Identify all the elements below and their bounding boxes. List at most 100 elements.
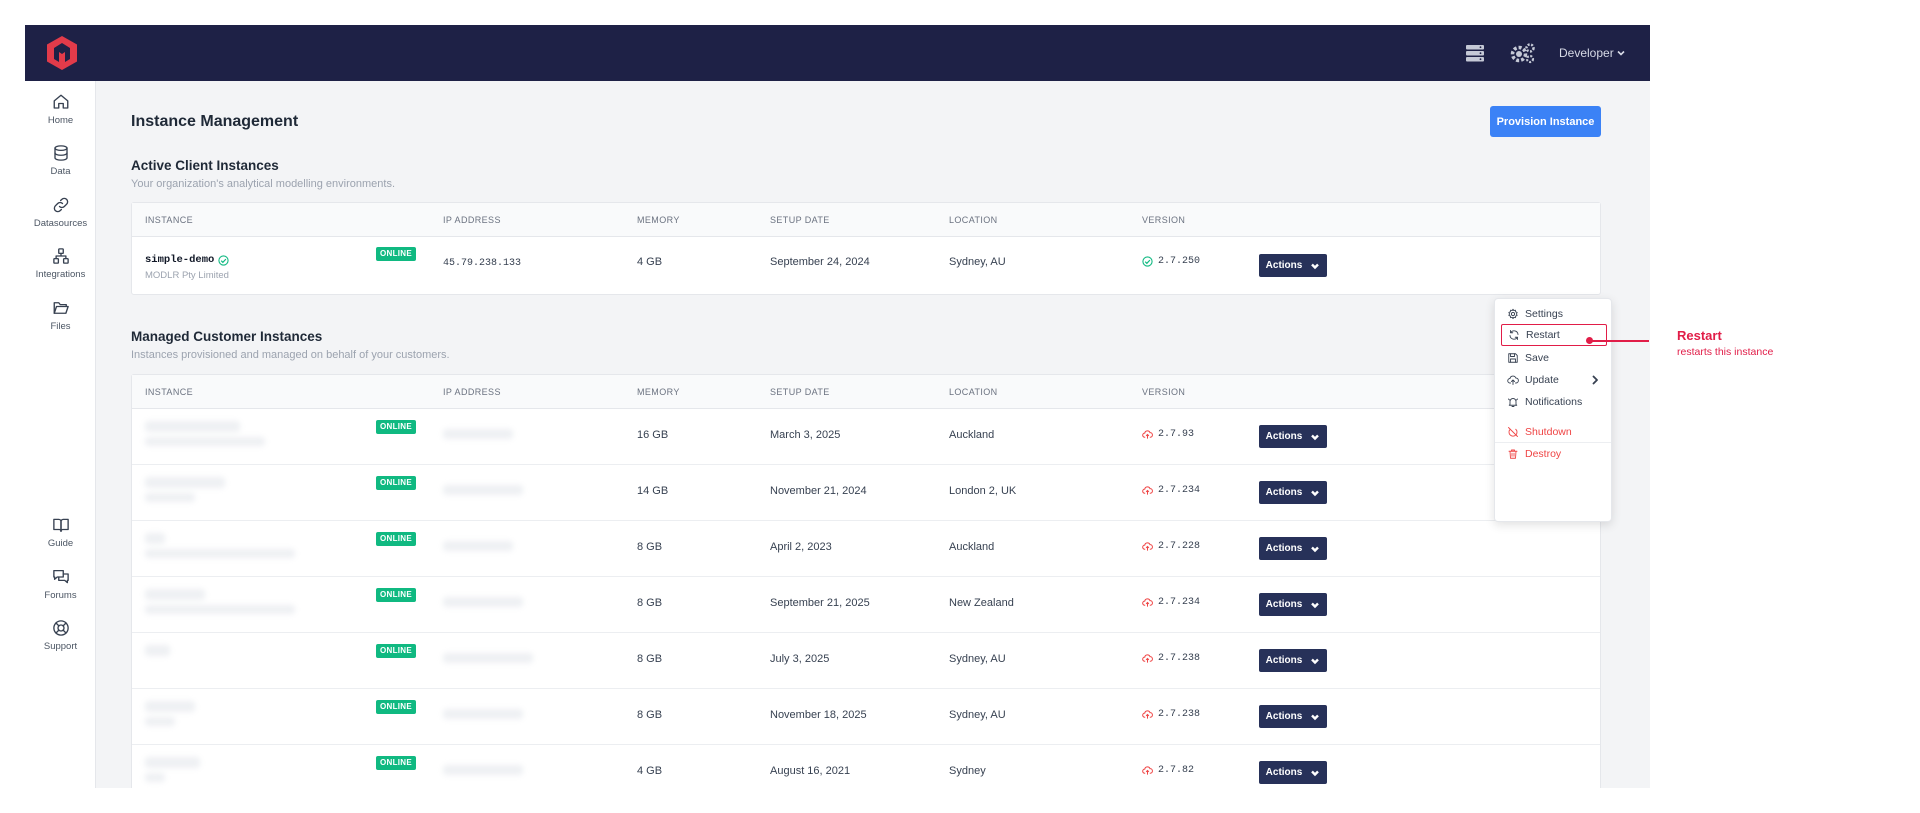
actions-button[interactable]: Actions bbox=[1259, 593, 1327, 616]
redacted-instance-org bbox=[145, 605, 295, 614]
save-icon bbox=[1508, 353, 1518, 363]
table-row[interactable]: ONLINE 8 GB April 2, 2023 Auckland 2.7.228 Ac… bbox=[132, 521, 1600, 577]
redacted-ip-address bbox=[443, 541, 513, 551]
setup-date: April 2, 2023 bbox=[770, 541, 832, 553]
memory: 14 GB bbox=[637, 485, 669, 497]
menu-item-label: Save bbox=[1525, 352, 1549, 364]
managed-instances-table: INSTANCE IP ADDRESS MEMORY SETUP DATE LO… bbox=[131, 374, 1601, 788]
memory: 16 GB bbox=[637, 429, 669, 441]
link-icon bbox=[53, 197, 68, 213]
sidebar-item-forums[interactable]: Forums bbox=[25, 568, 96, 614]
status-badge: ONLINE bbox=[376, 756, 417, 770]
actions-label: Actions bbox=[1265, 431, 1303, 442]
sidebar-item-label: Guide bbox=[47, 538, 74, 549]
version-text: 2.7.234 bbox=[1158, 597, 1201, 608]
gears-icon[interactable] bbox=[1510, 41, 1536, 65]
actions-button[interactable]: Actions bbox=[1259, 254, 1327, 277]
annotation-title: Restart bbox=[1677, 328, 1722, 343]
table-row[interactable]: ONLINE 14 GB November 21, 2024 London 2, UK… bbox=[132, 465, 1600, 521]
chevron-right-icon bbox=[1592, 375, 1598, 385]
memory: 8 GB bbox=[637, 597, 663, 609]
version-text: 2.7.93 bbox=[1158, 429, 1195, 440]
folder-icon bbox=[53, 302, 69, 314]
chevron-down-icon bbox=[1311, 602, 1320, 608]
redacted-instance-name bbox=[145, 589, 205, 600]
actions-button[interactable]: Actions bbox=[1259, 425, 1327, 448]
actions-button[interactable]: Actions bbox=[1259, 537, 1327, 560]
table-row[interactable]: simple-demo MODLR Pty Limited ONLINE 45.… bbox=[132, 237, 1600, 293]
menu-item-update[interactable]: Update bbox=[1501, 369, 1607, 391]
chevron-down-icon bbox=[1617, 50, 1625, 56]
sidebar-item-guide[interactable]: Guide bbox=[25, 516, 96, 562]
chevron-down-icon bbox=[1311, 770, 1320, 776]
redacted-ip-address bbox=[443, 597, 523, 607]
annotation-dot bbox=[1586, 337, 1593, 344]
menu-item-save[interactable]: Save bbox=[1501, 347, 1607, 369]
sidebar-item-integrations[interactable]: Integrations bbox=[25, 247, 96, 293]
column-header: SETUP DATE bbox=[770, 387, 830, 397]
redacted-ip-address bbox=[443, 653, 533, 663]
version-text: 2.7.82 bbox=[1158, 765, 1195, 776]
table-row[interactable]: ONLINE 4 GB August 16, 2021 Sydney 2.7.82 Act… bbox=[132, 745, 1600, 788]
cloud-upload-icon bbox=[1142, 598, 1153, 607]
actions-button[interactable]: Actions bbox=[1259, 761, 1327, 784]
setup-date: November 18, 2025 bbox=[770, 709, 867, 721]
column-header: MEMORY bbox=[637, 387, 680, 397]
setup-date: September 21, 2025 bbox=[770, 597, 870, 609]
home-icon bbox=[53, 94, 68, 109]
version: 2.7.228 bbox=[1142, 541, 1200, 552]
menu-item-settings[interactable]: Settings bbox=[1501, 303, 1607, 325]
redacted-ip-address bbox=[443, 485, 523, 495]
column-header: IP ADDRESS bbox=[443, 387, 501, 397]
instance-name-text: simple-demo bbox=[145, 254, 215, 266]
sidebar-item-datasources[interactable]: Datasources bbox=[25, 196, 96, 242]
redacted-ip-address bbox=[443, 709, 523, 719]
sidebar-item-files[interactable]: Files bbox=[25, 299, 96, 345]
memory: 8 GB bbox=[637, 709, 663, 721]
redacted-instance-name bbox=[145, 421, 240, 432]
actions-button[interactable]: Actions bbox=[1259, 481, 1327, 504]
version-text: 2.7.238 bbox=[1158, 709, 1201, 720]
user-menu[interactable]: Developer bbox=[1559, 43, 1626, 63]
location: Auckland bbox=[949, 429, 995, 441]
location: Sydney, AU bbox=[949, 653, 1006, 665]
status-badge: ONLINE bbox=[376, 420, 417, 434]
sidebar-item-label: Files bbox=[50, 321, 71, 332]
lifebuoy-icon bbox=[52, 620, 69, 636]
menu-item-notifications[interactable]: Notifications bbox=[1501, 391, 1607, 413]
menu-item-destroy[interactable]: Destroy bbox=[1501, 443, 1607, 465]
column-header: VERSION bbox=[1142, 215, 1186, 225]
menu-item-label: Settings bbox=[1525, 308, 1563, 320]
instance-name[interactable]: simple-demo bbox=[145, 254, 229, 266]
provision-instance-button[interactable]: Provision Instance bbox=[1490, 106, 1601, 137]
setup-date: August 16, 2021 bbox=[770, 765, 851, 777]
active-instances-table: INSTANCE IP ADDRESS MEMORY SETUP DATE LO… bbox=[131, 202, 1601, 295]
column-header: LOCATION bbox=[949, 215, 998, 225]
chevron-down-icon bbox=[1311, 658, 1320, 664]
version-text: 2.7.250 bbox=[1158, 256, 1201, 267]
location: London 2, UK bbox=[949, 485, 1017, 497]
column-header: VERSION bbox=[1142, 387, 1186, 397]
sidebar-item-data[interactable]: Data bbox=[25, 144, 96, 190]
column-header: INSTANCE bbox=[145, 387, 194, 397]
sidebar-item-support[interactable]: Support bbox=[25, 619, 96, 665]
table-row[interactable]: ONLINE 8 GB September 21, 2025 New Zealand 2… bbox=[132, 577, 1600, 633]
column-header: MEMORY bbox=[637, 215, 680, 225]
redacted-instance-org bbox=[145, 549, 295, 558]
sidebar-item-home[interactable]: Home bbox=[25, 93, 96, 139]
table-row[interactable]: ONLINE 16 GB March 3, 2025 Auckland 2.7.93 Ac… bbox=[132, 409, 1600, 465]
sidebar-item-label: Datasources bbox=[33, 218, 88, 229]
actions-button[interactable]: Actions bbox=[1259, 649, 1327, 672]
table-row[interactable]: ONLINE 8 GB November 18, 2025 Sydney, AU 2.7… bbox=[132, 689, 1600, 745]
annotation-line bbox=[1589, 340, 1649, 342]
setup-date: July 3, 2025 bbox=[770, 653, 830, 665]
managed-section-subtitle: Instances provisioned and managed on beh… bbox=[131, 349, 450, 361]
bell-icon bbox=[1508, 398, 1518, 407]
table-row[interactable]: ONLINE 8 GB July 3, 2025 Sydney, AU 2.7.238 A… bbox=[132, 633, 1600, 689]
menu-item-shutdown[interactable]: Shutdown bbox=[1501, 421, 1607, 443]
database-icon[interactable] bbox=[1464, 42, 1486, 64]
logo-icon[interactable] bbox=[45, 35, 79, 71]
location: Sydney, AU bbox=[949, 256, 1006, 268]
actions-button[interactable]: Actions bbox=[1259, 705, 1327, 728]
status-badge: ONLINE bbox=[376, 700, 417, 714]
